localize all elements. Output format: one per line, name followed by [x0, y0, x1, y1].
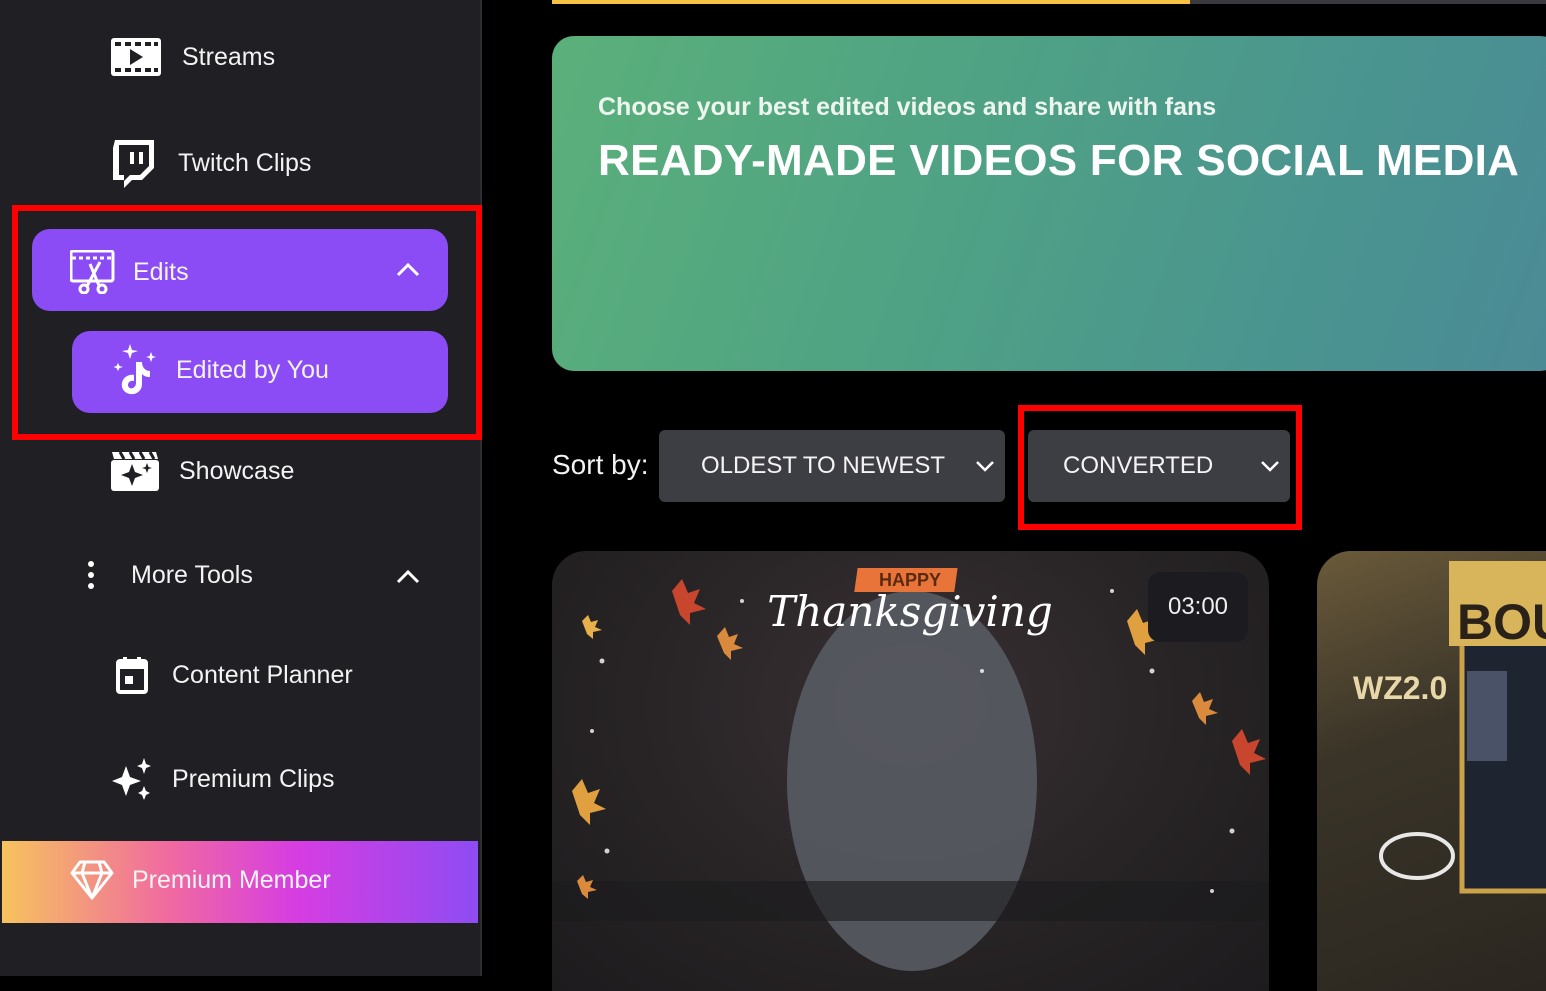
promo-banner — [552, 36, 1546, 371]
showcase-icon — [110, 450, 160, 492]
progress-track — [1190, 0, 1546, 4]
video-thumbnail: BOUN WZ2.0 — [1353, 561, 1546, 894]
sidebar-item-premium-clips[interactable]: Premium Clips — [112, 758, 335, 800]
sidebar-item-content-planner[interactable]: Content Planner — [116, 656, 353, 694]
premium-member-content: Premium Member — [70, 860, 331, 900]
kebab-icon — [86, 560, 96, 590]
sidebar-item-label: Premium Member — [132, 865, 331, 894]
sidebar-item-twitch-clips[interactable]: Twitch Clips — [110, 138, 311, 188]
highlight-box-edits — [12, 205, 482, 440]
thumbnail-overlay-text: BOUN — [1457, 594, 1546, 650]
sidebar-item-label: Premium Clips — [172, 764, 335, 793]
thumbnail-badge-script: Thanksgiving — [767, 587, 1053, 636]
sort-order-value: OLDEST TO NEWEST — [701, 452, 946, 479]
sort-order-select[interactable]: OLDEST TO NEWEST — [659, 430, 1005, 502]
progress-fill — [552, 0, 1190, 4]
sidebar-item-label: More Tools — [131, 560, 253, 589]
chevron-up-icon[interactable] — [396, 569, 420, 590]
sidebar-item-label: Streams — [182, 42, 276, 71]
sidebar-item-label: Showcase — [179, 456, 295, 485]
sidebar: Streams Twitch Clips Edits Edited by You… — [0, 0, 482, 976]
video-duration: 03:00 — [1148, 572, 1248, 642]
thumbnail-tag: WZ2.0 — [1353, 670, 1447, 706]
sidebar-item-streams[interactable]: Streams — [110, 36, 275, 78]
film-icon — [110, 36, 162, 78]
banner-title: READY-MADE VIDEOS FOR SOCIAL MEDIA — [598, 136, 1520, 185]
sidebar-item-showcase[interactable]: Showcase — [110, 450, 294, 492]
highlight-box-converted — [1018, 405, 1302, 530]
twitch-icon — [110, 138, 156, 188]
chevron-down-icon — [976, 461, 994, 472]
sparkles-icon — [112, 758, 152, 800]
sidebar-item-label: Content Planner — [172, 660, 353, 689]
sidebar-item-label: Twitch Clips — [178, 148, 312, 177]
calendar-icon — [116, 656, 148, 694]
sort-label: Sort by: — [552, 449, 649, 480]
video-card[interactable]: BOUN WZ2.0 — [1317, 551, 1546, 991]
sidebar-item-more-tools[interactable]: More Tools — [86, 560, 253, 590]
diamond-icon — [70, 860, 114, 900]
banner-subtitle: Choose your best edited videos and share… — [598, 93, 1217, 121]
